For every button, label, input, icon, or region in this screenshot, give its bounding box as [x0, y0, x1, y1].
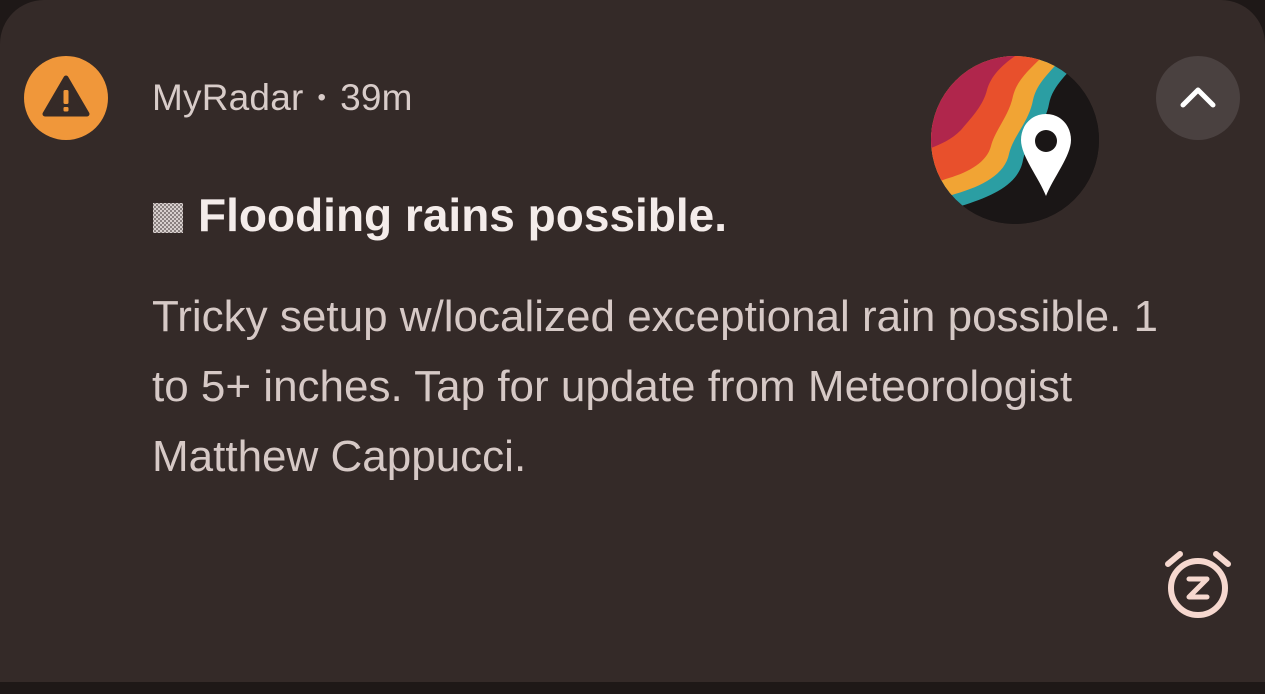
notification-header: MyRadar • 39m — [152, 76, 413, 120]
rain-pattern-icon — [153, 203, 183, 233]
notification-time: 39m — [340, 77, 413, 118]
chevron-up-icon — [1180, 87, 1216, 108]
notification-card[interactable]: MyRadar • 39m Flooding rains possible. T… — [0, 0, 1265, 682]
collapse-button[interactable] — [1156, 56, 1240, 140]
snooze-alarm-icon — [1165, 551, 1231, 618]
myradar-logo-thumbnail — [931, 56, 1099, 224]
snooze-button[interactable] — [1160, 546, 1236, 622]
notification-title: Flooding rains possible. — [198, 189, 728, 241]
app-name: MyRadar — [152, 77, 304, 118]
notification-body: Tricky setup w/localized exceptional rai… — [152, 292, 1158, 481]
notification-title-row: Flooding rains possible. — [152, 188, 727, 242]
header-separator: • — [317, 84, 327, 111]
warning-triangle-icon — [24, 56, 108, 140]
